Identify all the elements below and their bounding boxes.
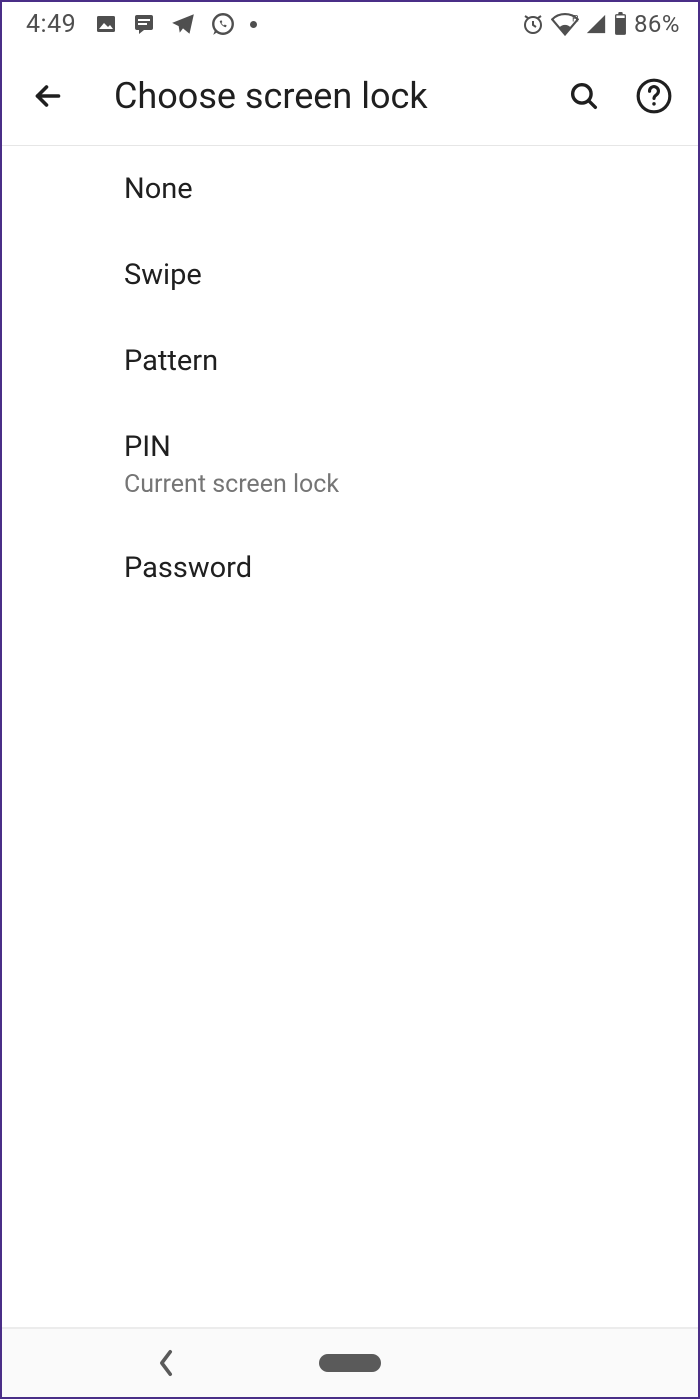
option-pin[interactable]: PIN Current screen lock — [2, 404, 698, 525]
option-label: Pattern — [124, 344, 678, 378]
dot-icon — [250, 21, 257, 28]
photos-icon — [94, 12, 118, 36]
alarm-icon — [521, 12, 545, 36]
message-icon — [132, 12, 156, 36]
app-bar-actions — [562, 74, 676, 118]
battery-icon — [613, 12, 628, 36]
option-label: None — [124, 172, 678, 206]
nav-back-button[interactable] — [146, 1343, 186, 1383]
whatsapp-icon — [210, 11, 236, 37]
option-sublabel: Current screen lock — [124, 470, 678, 499]
status-clock: 4:49 — [26, 10, 76, 39]
nav-home-pill[interactable] — [319, 1354, 381, 1372]
option-label: Swipe — [124, 258, 678, 292]
svg-text:R: R — [572, 14, 579, 24]
wifi-icon: R — [551, 12, 579, 36]
app-bar: Choose screen lock — [2, 46, 698, 146]
back-button[interactable] — [24, 72, 72, 120]
chevron-left-icon — [156, 1349, 176, 1377]
options-list: None Swipe Pattern PIN Current screen lo… — [2, 146, 698, 1327]
option-label: Password — [124, 551, 678, 585]
telegram-icon — [170, 11, 196, 37]
status-bar: 4:49 R — [2, 2, 698, 46]
option-label: PIN — [124, 430, 678, 464]
option-none[interactable]: None — [2, 146, 698, 232]
navigation-bar — [2, 1327, 698, 1397]
help-icon — [635, 77, 673, 115]
search-button[interactable] — [562, 74, 606, 118]
option-password[interactable]: Password — [2, 525, 698, 611]
help-button[interactable] — [632, 74, 676, 118]
battery-percent: 86% — [634, 10, 680, 38]
screen: 4:49 R — [0, 0, 700, 1399]
search-icon — [567, 79, 601, 113]
signal-icon — [585, 13, 607, 35]
status-left: 4:49 — [26, 10, 257, 39]
status-right: R 86% — [521, 10, 680, 38]
page-title: Choose screen lock — [114, 75, 562, 117]
option-pattern[interactable]: Pattern — [2, 318, 698, 404]
back-arrow-icon — [30, 78, 66, 114]
option-swipe[interactable]: Swipe — [2, 232, 698, 318]
